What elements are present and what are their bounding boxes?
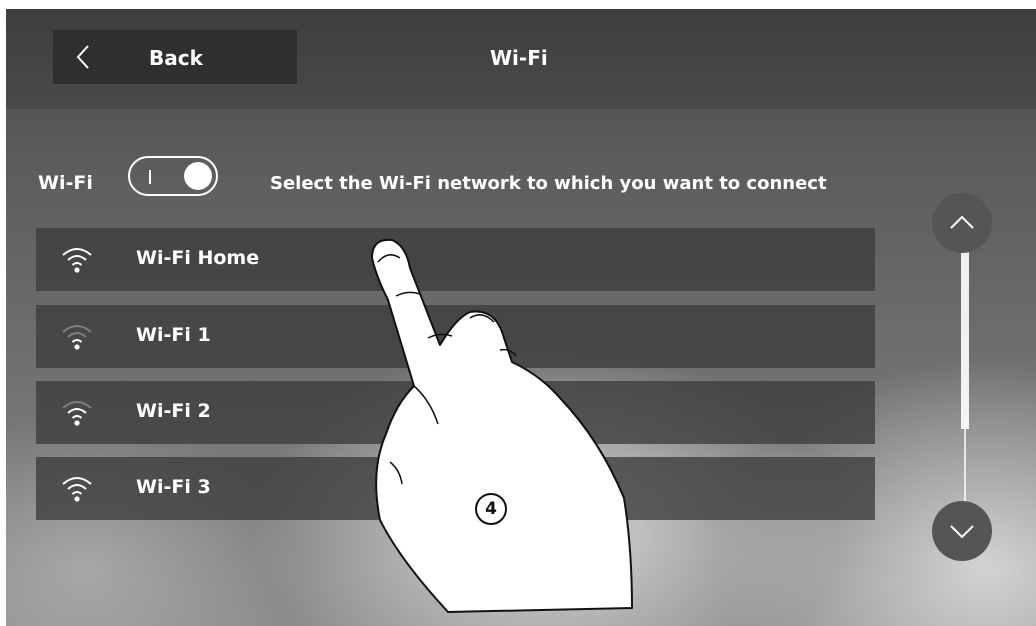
toggle-on-mark (149, 170, 151, 184)
header-bar: Back Wi-Fi (6, 9, 1036, 109)
wifi-signal-icon (62, 477, 92, 502)
chevron-up-icon (950, 215, 974, 229)
page-title: Wi-Fi (490, 46, 548, 70)
wifi-signal-icon (62, 401, 92, 426)
back-button[interactable]: Back (53, 30, 297, 84)
wifi-toggle[interactable] (128, 156, 218, 196)
network-row-wifi-3[interactable]: Wi-Fi 3 (36, 457, 875, 520)
scroll-down-button[interactable] (932, 501, 992, 561)
instruction-text: Select the Wi-Fi network to which you wa… (270, 173, 827, 194)
back-label: Back (149, 46, 203, 70)
scrollbar-thumb[interactable] (961, 249, 969, 429)
network-name: Wi-Fi 3 (136, 476, 211, 498)
wifi-settings-screen: Back Wi-Fi Wi-Fi Select the Wi-Fi networ… (6, 9, 1036, 626)
chevron-down-icon (950, 525, 974, 539)
wifi-toggle-label: Wi-Fi (38, 172, 93, 194)
chevron-left-icon (76, 45, 89, 69)
network-row-wifi-1[interactable]: Wi-Fi 1 (36, 305, 875, 368)
wifi-signal-icon (62, 325, 92, 350)
network-row-wifi-2[interactable]: Wi-Fi 2 (36, 381, 875, 444)
scroll-up-button[interactable] (932, 193, 992, 253)
toggle-knob (184, 162, 212, 190)
network-name: Wi-Fi Home (136, 247, 260, 269)
network-name: Wi-Fi 2 (136, 400, 211, 422)
network-name: Wi-Fi 1 (136, 324, 211, 346)
network-row-wifi-home[interactable]: Wi-Fi Home (36, 228, 875, 291)
step-number-badge: 4 (475, 493, 507, 525)
wifi-signal-icon (62, 248, 92, 273)
